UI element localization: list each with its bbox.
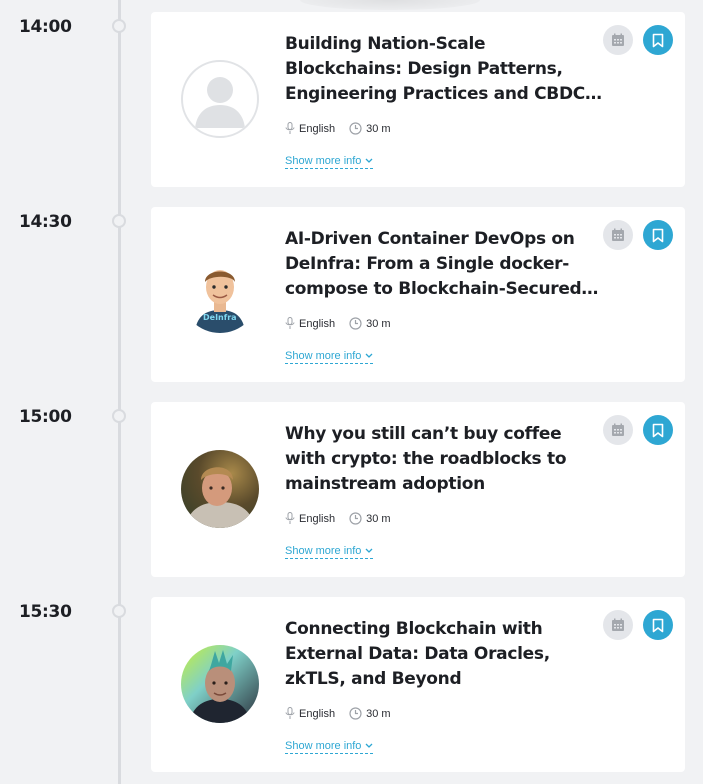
duration-info: 30 m xyxy=(349,122,391,135)
speaker-avatar xyxy=(181,60,259,138)
speaker-avatar xyxy=(181,450,259,528)
session-slot: 14:00 Building Nation-Scale Blockchains:… xyxy=(0,12,703,187)
duration-info: 30 m xyxy=(349,707,391,720)
language-label: English xyxy=(299,707,336,720)
session-card[interactable]: DeInfra AI-Driven Container DevOps on De… xyxy=(151,207,685,382)
add-to-calendar-button[interactable] xyxy=(603,25,633,55)
duration-label: 30 m xyxy=(366,707,391,720)
bookmark-button[interactable] xyxy=(643,610,673,640)
microphone-icon xyxy=(285,707,295,719)
session-meta: English 30 m xyxy=(285,707,405,720)
bookmark-button[interactable] xyxy=(643,220,673,250)
session-slot: 15:30 Connecting Blockchain with Externa… xyxy=(0,597,703,772)
session-meta: English 30 m xyxy=(285,317,405,330)
show-more-label: Show more info xyxy=(285,740,362,752)
timeline-dot xyxy=(112,214,126,228)
chevron-down-icon xyxy=(365,548,373,553)
bookmark-icon xyxy=(652,33,664,47)
language-info: English xyxy=(285,122,335,135)
clock-icon xyxy=(349,512,362,525)
language-info: English xyxy=(285,707,335,720)
person-silhouette-icon xyxy=(195,77,245,128)
show-more-info-link[interactable]: Show more info xyxy=(285,740,374,754)
session-title[interactable]: AI-Driven Container DevOps on DeInfra: F… xyxy=(285,227,605,302)
session-time: 14:30 xyxy=(19,212,72,232)
calendar-icon xyxy=(612,33,624,46)
microphone-icon xyxy=(285,317,295,329)
session-title[interactable]: Why you still can’t buy coffee with cryp… xyxy=(285,422,605,497)
chevron-down-icon xyxy=(365,743,373,748)
session-time: 14:00 xyxy=(19,17,72,37)
speaker-avatar: DeInfra xyxy=(181,255,259,333)
show-more-label: Show more info xyxy=(285,350,362,362)
clock-icon xyxy=(349,122,362,135)
language-label: English xyxy=(299,317,336,330)
session-meta: English 30 m xyxy=(285,512,405,525)
duration-label: 30 m xyxy=(366,122,391,135)
show-more-label: Show more info xyxy=(285,155,362,167)
chevron-down-icon xyxy=(365,158,373,163)
duration-info: 30 m xyxy=(349,512,391,525)
timeline-dot xyxy=(112,19,126,33)
bookmark-icon xyxy=(652,228,664,242)
show-more-info-link[interactable]: Show more info xyxy=(285,350,374,364)
bookmark-icon xyxy=(652,618,664,632)
session-card[interactable]: Connecting Blockchain with External Data… xyxy=(151,597,685,772)
top-shadow xyxy=(300,0,480,10)
timeline-dot xyxy=(112,604,126,618)
session-meta: English 30 m xyxy=(285,122,405,135)
show-more-label: Show more info xyxy=(285,545,362,557)
duration-info: 30 m xyxy=(349,317,391,330)
microphone-icon xyxy=(285,512,295,524)
session-title[interactable]: Connecting Blockchain with External Data… xyxy=(285,617,605,692)
session-card[interactable]: Why you still can’t buy coffee with cryp… xyxy=(151,402,685,577)
bookmark-icon xyxy=(652,423,664,437)
duration-label: 30 m xyxy=(366,317,391,330)
clock-icon xyxy=(349,707,362,720)
speaker-avatar xyxy=(181,645,259,723)
session-time: 15:30 xyxy=(19,602,72,622)
language-label: English xyxy=(299,122,336,135)
add-to-calendar-button[interactable] xyxy=(603,610,633,640)
session-title[interactable]: Building Nation-Scale Blockchains: Desig… xyxy=(285,32,605,107)
language-info: English xyxy=(285,317,335,330)
calendar-icon xyxy=(612,228,624,241)
session-slot: 14:30 DeInfra AI-Driven Container DevOps… xyxy=(0,207,703,382)
session-slot: 15:00 Why you still can’t buy coffee wit… xyxy=(0,402,703,577)
timeline-dot xyxy=(112,409,126,423)
speaker-photo xyxy=(189,650,251,723)
add-to-calendar-button[interactable] xyxy=(603,220,633,250)
bookmark-button[interactable] xyxy=(643,415,673,445)
bookmark-button[interactable] xyxy=(643,25,673,55)
show-more-info-link[interactable]: Show more info xyxy=(285,545,374,559)
language-label: English xyxy=(299,512,336,525)
speaker-photo xyxy=(185,467,255,528)
calendar-icon xyxy=(612,618,624,631)
shirt-logo-text: DeInfra xyxy=(203,313,237,322)
language-info: English xyxy=(285,512,335,525)
chevron-down-icon xyxy=(365,353,373,358)
duration-label: 30 m xyxy=(366,512,391,525)
clock-icon xyxy=(349,317,362,330)
microphone-icon xyxy=(285,122,295,134)
calendar-icon xyxy=(612,423,624,436)
show-more-info-link[interactable]: Show more info xyxy=(285,155,374,169)
session-card[interactable]: Building Nation-Scale Blockchains: Desig… xyxy=(151,12,685,187)
add-to-calendar-button[interactable] xyxy=(603,415,633,445)
session-time: 15:00 xyxy=(19,407,72,427)
